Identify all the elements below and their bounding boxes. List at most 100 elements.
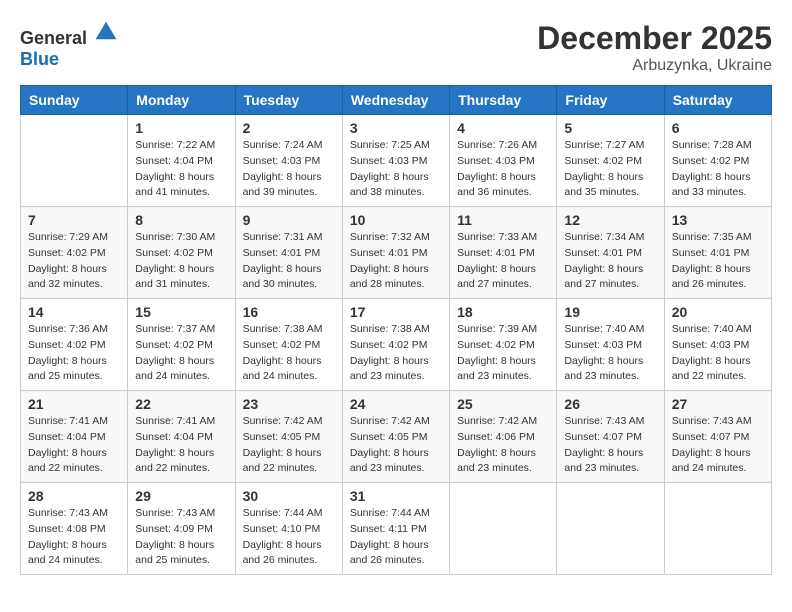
calendar-week-1: 1 Sunrise: 7:22 AM Sunset: 4:04 PM Daylig… [21, 115, 772, 207]
calendar-cell: 13 Sunrise: 7:35 AM Sunset: 4:01 PM Dayli… [664, 207, 771, 299]
calendar-cell: 16 Sunrise: 7:38 AM Sunset: 4:02 PM Dayli… [235, 299, 342, 391]
calendar-week-4: 21 Sunrise: 7:41 AM Sunset: 4:04 PM Dayli… [21, 391, 772, 483]
calendar-cell: 14Sunrise: 7:36 AM Sunset: 4:02 PM Dayli… [21, 299, 128, 391]
day-number: 1 [135, 120, 227, 136]
day-info: Sunrise: 7:29 AM Sunset: 4:02 PM Dayligh… [28, 230, 120, 293]
day-number: 16 [243, 304, 335, 320]
calendar-cell: 26 Sunrise: 7:43 AM Sunset: 4:07 PM Dayli… [557, 391, 664, 483]
day-info: Sunrise: 7:42 AM Sunset: 4:05 PM Dayligh… [243, 414, 335, 477]
day-info: Sunrise: 7:31 AM Sunset: 4:01 PM Dayligh… [243, 230, 335, 293]
day-number: 22 [135, 396, 227, 412]
day-number: 5 [564, 120, 656, 136]
weekday-header-friday: Friday [557, 86, 664, 115]
calendar-cell: 12 Sunrise: 7:34 AM Sunset: 4:01 PM Dayli… [557, 207, 664, 299]
day-info: Sunrise: 7:33 AM Sunset: 4:01 PM Dayligh… [457, 230, 549, 293]
day-number: 17 [350, 304, 442, 320]
calendar-cell: 27Sunrise: 7:43 AM Sunset: 4:07 PM Dayli… [664, 391, 771, 483]
calendar-cell: 20 Sunrise: 7:40 AM Sunset: 4:03 PM Dayli… [664, 299, 771, 391]
calendar: SundayMondayTuesdayWednesdayThursdayFrid… [20, 85, 772, 575]
day-info: Sunrise: 7:38 AM Sunset: 4:02 PM Dayligh… [350, 322, 442, 385]
day-number: 8 [135, 212, 227, 228]
logo-text: General Blue [20, 20, 118, 70]
calendar-cell: 28Sunrise: 7:43 AM Sunset: 4:08 PM Dayli… [21, 483, 128, 575]
day-number: 27 [672, 396, 764, 412]
weekday-header-tuesday: Tuesday [235, 86, 342, 115]
day-info: Sunrise: 7:41 AM Sunset: 4:04 PM Dayligh… [28, 414, 120, 477]
day-info: Sunrise: 7:40 AM Sunset: 4:03 PM Dayligh… [672, 322, 764, 385]
calendar-cell: 23Sunrise: 7:42 AM Sunset: 4:05 PM Dayli… [235, 391, 342, 483]
day-info: Sunrise: 7:40 AM Sunset: 4:03 PM Dayligh… [564, 322, 656, 385]
day-number: 15 [135, 304, 227, 320]
day-info: Sunrise: 7:34 AM Sunset: 4:01 PM Dayligh… [564, 230, 656, 293]
calendar-cell: 29Sunrise: 7:43 AM Sunset: 4:09 PM Dayli… [128, 483, 235, 575]
day-number: 20 [672, 304, 764, 320]
calendar-cell [450, 483, 557, 575]
logo-blue: Blue [20, 49, 59, 69]
day-info: Sunrise: 7:25 AM Sunset: 4:03 PM Dayligh… [350, 138, 442, 201]
day-number: 11 [457, 212, 549, 228]
calendar-cell: 22 Sunrise: 7:41 AM Sunset: 4:04 PM Dayli… [128, 391, 235, 483]
day-info: Sunrise: 7:39 AM Sunset: 4:02 PM Dayligh… [457, 322, 549, 385]
calendar-cell: 19 Sunrise: 7:40 AM Sunset: 4:03 PM Dayli… [557, 299, 664, 391]
day-number: 28 [28, 488, 120, 504]
day-info: Sunrise: 7:22 AM Sunset: 4:04 PM Dayligh… [135, 138, 227, 201]
calendar-cell: 9 Sunrise: 7:31 AM Sunset: 4:01 PM Daylig… [235, 207, 342, 299]
calendar-cell: 3 Sunrise: 7:25 AM Sunset: 4:03 PM Daylig… [342, 115, 449, 207]
day-info: Sunrise: 7:37 AM Sunset: 4:02 PM Dayligh… [135, 322, 227, 385]
day-info: Sunrise: 7:24 AM Sunset: 4:03 PM Dayligh… [243, 138, 335, 201]
calendar-cell: 5 Sunrise: 7:27 AM Sunset: 4:02 PM Daylig… [557, 115, 664, 207]
day-info: Sunrise: 7:44 AM Sunset: 4:11 PM Dayligh… [350, 506, 442, 569]
day-number: 12 [564, 212, 656, 228]
calendar-cell: 17 Sunrise: 7:38 AM Sunset: 4:02 PM Dayli… [342, 299, 449, 391]
day-number: 13 [672, 212, 764, 228]
calendar-cell [21, 115, 128, 207]
calendar-cell: 2 Sunrise: 7:24 AM Sunset: 4:03 PM Daylig… [235, 115, 342, 207]
calendar-cell: 15 Sunrise: 7:37 AM Sunset: 4:02 PM Dayli… [128, 299, 235, 391]
logo-general: General [20, 28, 87, 48]
weekday-header-saturday: Saturday [664, 86, 771, 115]
day-number: 7 [28, 212, 120, 228]
day-info: Sunrise: 7:43 AM Sunset: 4:07 PM Dayligh… [564, 414, 656, 477]
calendar-week-3: 14Sunrise: 7:36 AM Sunset: 4:02 PM Dayli… [21, 299, 772, 391]
calendar-cell [664, 483, 771, 575]
day-number: 21 [28, 396, 120, 412]
day-number: 30 [243, 488, 335, 504]
day-number: 2 [243, 120, 335, 136]
day-number: 24 [350, 396, 442, 412]
day-info: Sunrise: 7:30 AM Sunset: 4:02 PM Dayligh… [135, 230, 227, 293]
calendar-cell: 25Sunrise: 7:42 AM Sunset: 4:06 PM Dayli… [450, 391, 557, 483]
day-number: 6 [672, 120, 764, 136]
weekday-header-row: SundayMondayTuesdayWednesdayThursdayFrid… [21, 86, 772, 115]
day-info: Sunrise: 7:27 AM Sunset: 4:02 PM Dayligh… [564, 138, 656, 201]
day-number: 9 [243, 212, 335, 228]
calendar-week-2: 7 Sunrise: 7:29 AM Sunset: 4:02 PM Daylig… [21, 207, 772, 299]
weekday-header-sunday: Sunday [21, 86, 128, 115]
weekday-header-thursday: Thursday [450, 86, 557, 115]
day-info: Sunrise: 7:42 AM Sunset: 4:05 PM Dayligh… [350, 414, 442, 477]
day-info: Sunrise: 7:41 AM Sunset: 4:04 PM Dayligh… [135, 414, 227, 477]
location: Arbuzynka, Ukraine [537, 57, 772, 75]
calendar-cell: 24 Sunrise: 7:42 AM Sunset: 4:05 PM Dayli… [342, 391, 449, 483]
title-section: December 2025 Arbuzynka, Ukraine [537, 20, 772, 75]
day-number: 19 [564, 304, 656, 320]
calendar-cell: 11 Sunrise: 7:33 AM Sunset: 4:01 PM Dayli… [450, 207, 557, 299]
logo: General Blue [20, 20, 118, 70]
logo-icon [94, 20, 118, 44]
day-info: Sunrise: 7:28 AM Sunset: 4:02 PM Dayligh… [672, 138, 764, 201]
calendar-cell: 4Sunrise: 7:26 AM Sunset: 4:03 PM Daylig… [450, 115, 557, 207]
calendar-cell: 30Sunrise: 7:44 AM Sunset: 4:10 PM Dayli… [235, 483, 342, 575]
day-number: 10 [350, 212, 442, 228]
day-number: 29 [135, 488, 227, 504]
weekday-header-wednesday: Wednesday [342, 86, 449, 115]
calendar-cell: 10 Sunrise: 7:32 AM Sunset: 4:01 PM Dayli… [342, 207, 449, 299]
calendar-cell: 21 Sunrise: 7:41 AM Sunset: 4:04 PM Dayli… [21, 391, 128, 483]
day-info: Sunrise: 7:38 AM Sunset: 4:02 PM Dayligh… [243, 322, 335, 385]
month-title: December 2025 [537, 20, 772, 57]
day-info: Sunrise: 7:35 AM Sunset: 4:01 PM Dayligh… [672, 230, 764, 293]
day-number: 26 [564, 396, 656, 412]
day-info: Sunrise: 7:32 AM Sunset: 4:01 PM Dayligh… [350, 230, 442, 293]
calendar-cell: 8 Sunrise: 7:30 AM Sunset: 4:02 PM Daylig… [128, 207, 235, 299]
day-number: 3 [350, 120, 442, 136]
calendar-cell [557, 483, 664, 575]
calendar-cell: 6 Sunrise: 7:28 AM Sunset: 4:02 PM Daylig… [664, 115, 771, 207]
